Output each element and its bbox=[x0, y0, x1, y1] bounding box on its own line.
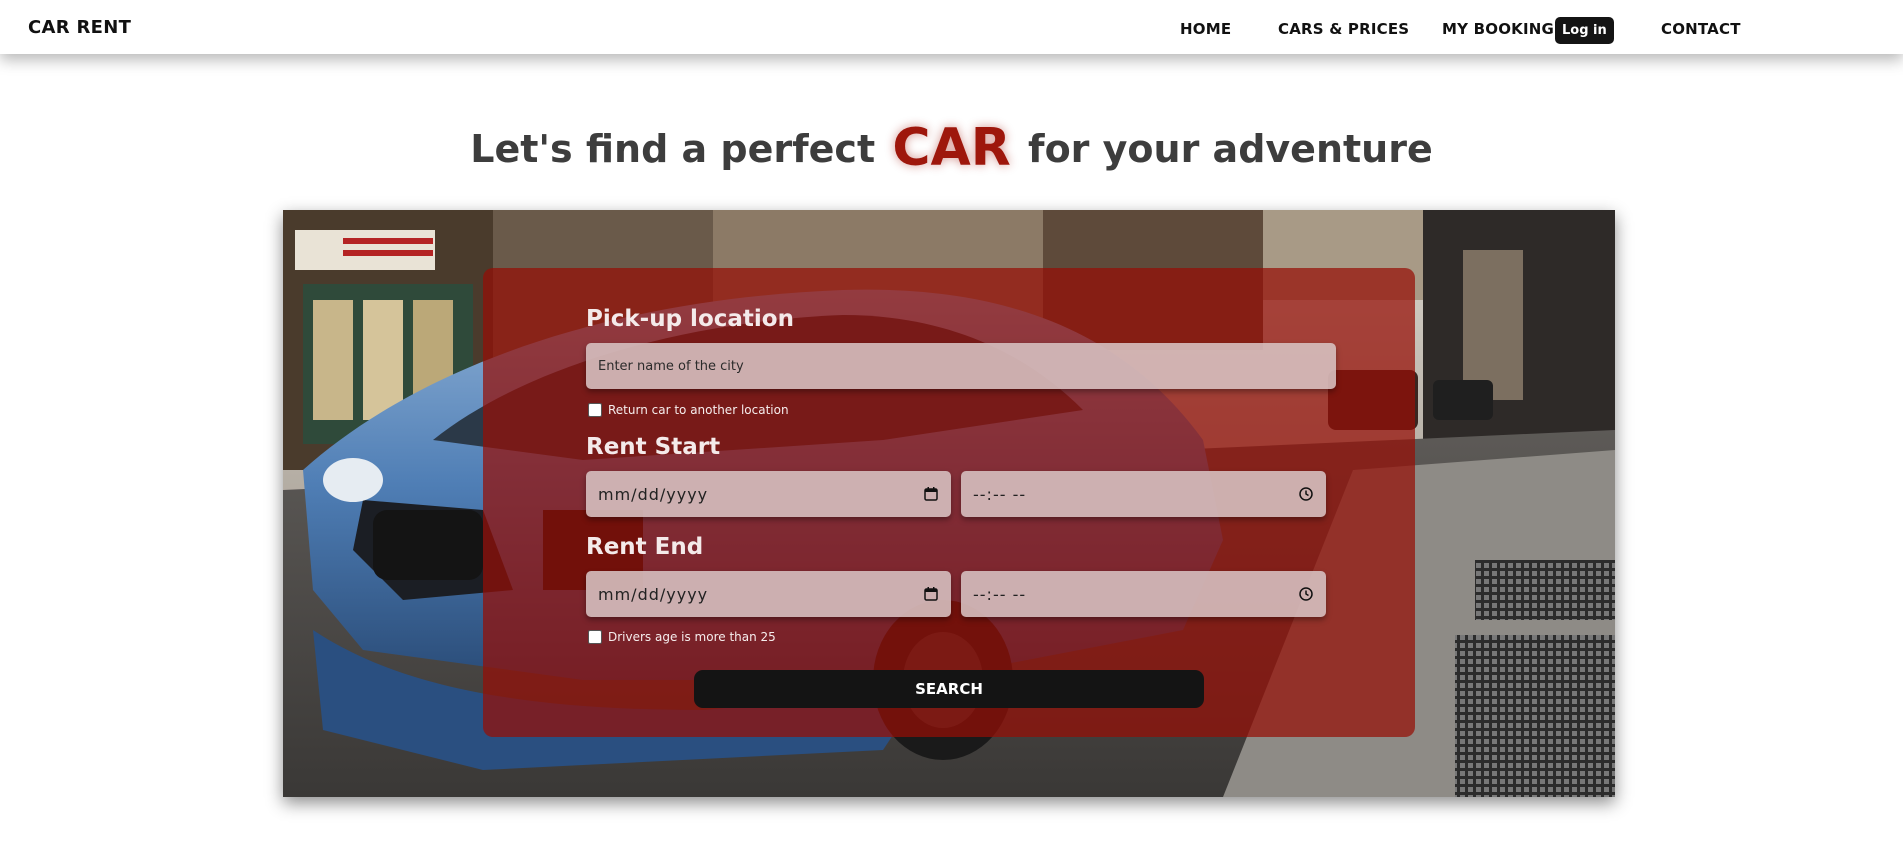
return-location-checkbox[interactable] bbox=[588, 403, 602, 417]
headline-before: Let's find a perfect bbox=[470, 127, 876, 171]
return-location-option: Return car to another location bbox=[588, 403, 789, 417]
headline-after: for your adventure bbox=[1028, 127, 1433, 171]
rent-end-time-input[interactable]: --:-- -- bbox=[961, 571, 1326, 617]
clock-icon[interactable] bbox=[1298, 586, 1314, 602]
calendar-icon[interactable] bbox=[923, 486, 939, 502]
driver-age-option: Drivers age is more than 25 bbox=[588, 630, 776, 644]
city-input[interactable] bbox=[586, 343, 1336, 389]
nav-home-link[interactable]: HOME bbox=[1180, 20, 1231, 38]
rent-end-date-input[interactable]: mm/dd/yyyy bbox=[586, 571, 951, 617]
nav-my-booking-link[interactable]: MY BOOKING bbox=[1442, 20, 1554, 38]
login-button[interactable]: Log in bbox=[1555, 17, 1614, 44]
clock-icon[interactable] bbox=[1298, 486, 1314, 502]
headline-highlight: CAR bbox=[892, 118, 1011, 178]
hero-headline: Let's find a perfect CAR for your advent… bbox=[0, 118, 1903, 178]
rent-start-time-placeholder: --:-- -- bbox=[973, 484, 1027, 504]
rent-end-time-placeholder: --:-- -- bbox=[973, 584, 1027, 604]
rent-end-date-placeholder: mm/dd/yyyy bbox=[598, 584, 709, 604]
navbar: CAR RENT HOME CARS & PRICES MY BOOKING L… bbox=[0, 0, 1903, 54]
brand-logo[interactable]: CAR RENT bbox=[28, 17, 131, 38]
rent-start-label: Rent Start bbox=[586, 434, 721, 460]
driver-age-label: Drivers age is more than 25 bbox=[608, 630, 776, 644]
rent-start-date-input[interactable]: mm/dd/yyyy bbox=[586, 471, 951, 517]
rent-end-label: Rent End bbox=[586, 534, 704, 560]
nav-contact-link[interactable]: CONTACT bbox=[1661, 20, 1741, 38]
return-location-label: Return car to another location bbox=[608, 403, 789, 417]
rent-start-time-input[interactable]: --:-- -- bbox=[961, 471, 1326, 517]
calendar-icon[interactable] bbox=[923, 586, 939, 602]
nav-cars-prices-link[interactable]: CARS & PRICES bbox=[1278, 20, 1409, 38]
driver-age-checkbox[interactable] bbox=[588, 630, 602, 644]
search-button[interactable]: SEARCH bbox=[694, 670, 1204, 708]
rent-start-date-placeholder: mm/dd/yyyy bbox=[598, 484, 709, 504]
pickup-location-label: Pick-up location bbox=[586, 306, 794, 332]
